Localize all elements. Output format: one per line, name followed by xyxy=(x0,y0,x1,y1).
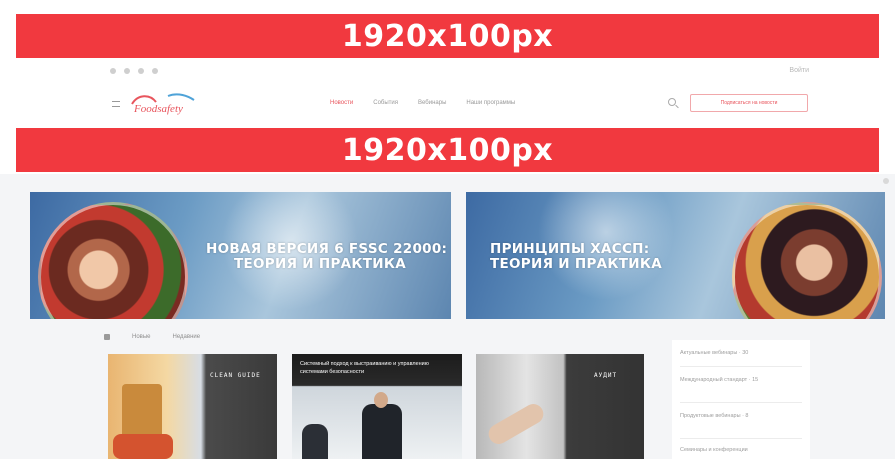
nav-item-webinars[interactable]: Вебинары xyxy=(418,100,446,106)
page: Войти Foodsafety Новости События Вебинар… xyxy=(0,0,895,459)
speaker-photo xyxy=(732,202,882,319)
search-icon[interactable] xyxy=(668,98,676,106)
youtube-icon[interactable] xyxy=(152,68,158,74)
category-sidebar: Актуальные вебинары · 30 Международный с… xyxy=(672,340,810,459)
nav-item-programs[interactable]: Наши программы xyxy=(466,100,515,106)
social-links xyxy=(110,68,158,74)
hero-headline-line-2: ТЕОРИЯ И ПРАКТИКА xyxy=(490,256,662,272)
course-card[interactable]: АУДИТ xyxy=(476,354,644,459)
hero-banner-fssc[interactable]: НОВАЯ ВЕРСИЯ 6 FSSC 22000: ТЕОРИЯ И ПРАК… xyxy=(30,192,451,319)
course-card[interactable]: CLEAN GUIDE xyxy=(108,354,277,459)
hero-headline-line-2: ТЕОРИЯ И ПРАКТИКА xyxy=(234,256,406,272)
site-logo[interactable]: Foodsafety xyxy=(128,90,198,118)
logo-text: Foodsafety xyxy=(133,103,183,115)
sidebar-divider xyxy=(680,366,802,367)
filter-new[interactable]: Новые xyxy=(132,334,151,340)
top-bar: Войти xyxy=(0,62,895,82)
vk-icon[interactable] xyxy=(110,68,116,74)
instagram-icon[interactable] xyxy=(138,68,144,74)
nav-item-news[interactable]: Новости xyxy=(330,100,353,106)
sidebar-item[interactable]: Международный стандарт · 15 xyxy=(680,376,800,384)
hero-headline-line-1: ПРИНЦИПЫ ХАССП: xyxy=(490,241,650,257)
sidebar-item[interactable]: Продуктовые вебинары · 8 xyxy=(680,412,800,420)
subscribe-button[interactable]: Подписаться на новости xyxy=(690,94,808,112)
sidebar-item[interactable]: Актуальные вебинары · 30 xyxy=(680,349,800,357)
nav-item-events[interactable]: События xyxy=(373,100,398,106)
hero-headline-line-1: НОВАЯ ВЕРСИЯ 6 FSSC 22000: xyxy=(206,241,448,257)
hero-headline: ПРИНЦИПЫ ХАССП: ТЕОРИЯ И ПРАКТИКА xyxy=(490,242,662,272)
sidebar-divider xyxy=(680,438,802,439)
sidebar-item[interactable]: Семинары и конференции xyxy=(680,446,800,454)
card-title: АУДИТ xyxy=(594,372,618,379)
site-header: Foodsafety Новости События Вебинары Наши… xyxy=(0,82,895,126)
course-card[interactable]: Системный подход к выстраиванию и управл… xyxy=(292,354,462,459)
home-icon[interactable] xyxy=(104,334,110,340)
facebook-icon[interactable] xyxy=(124,68,130,74)
dimension-label-middle: 1920x100px xyxy=(16,128,879,172)
hero-headline: НОВАЯ ВЕРСИЯ 6 FSSC 22000: ТЕОРИЯ И ПРАК… xyxy=(206,242,447,272)
card-title: Системный подход к выстраиванию и управл… xyxy=(300,361,429,375)
main-nav: Новости События Вебинары Наши программы xyxy=(330,100,515,106)
filter-recent[interactable]: Недавние xyxy=(173,334,201,340)
filter-bar: Новые Недавние xyxy=(104,330,200,344)
card-image-person xyxy=(302,424,328,459)
card-image-face xyxy=(374,392,388,408)
card-image-object xyxy=(113,434,173,459)
card-image-person xyxy=(362,404,402,459)
scroll-indicator[interactable] xyxy=(883,178,889,184)
card-image-hand xyxy=(485,400,547,448)
hero-banner-haccp[interactable]: ПРИНЦИПЫ ХАССП: ТЕОРИЯ И ПРАКТИКА xyxy=(466,192,885,319)
speaker-photo xyxy=(38,202,188,319)
card-title: CLEAN GUIDE xyxy=(210,372,261,379)
hamburger-menu-icon[interactable] xyxy=(112,101,120,107)
sidebar-divider xyxy=(680,402,802,403)
login-link[interactable]: Войти xyxy=(789,67,809,74)
dimension-label-top: 1920x100px xyxy=(16,14,879,58)
